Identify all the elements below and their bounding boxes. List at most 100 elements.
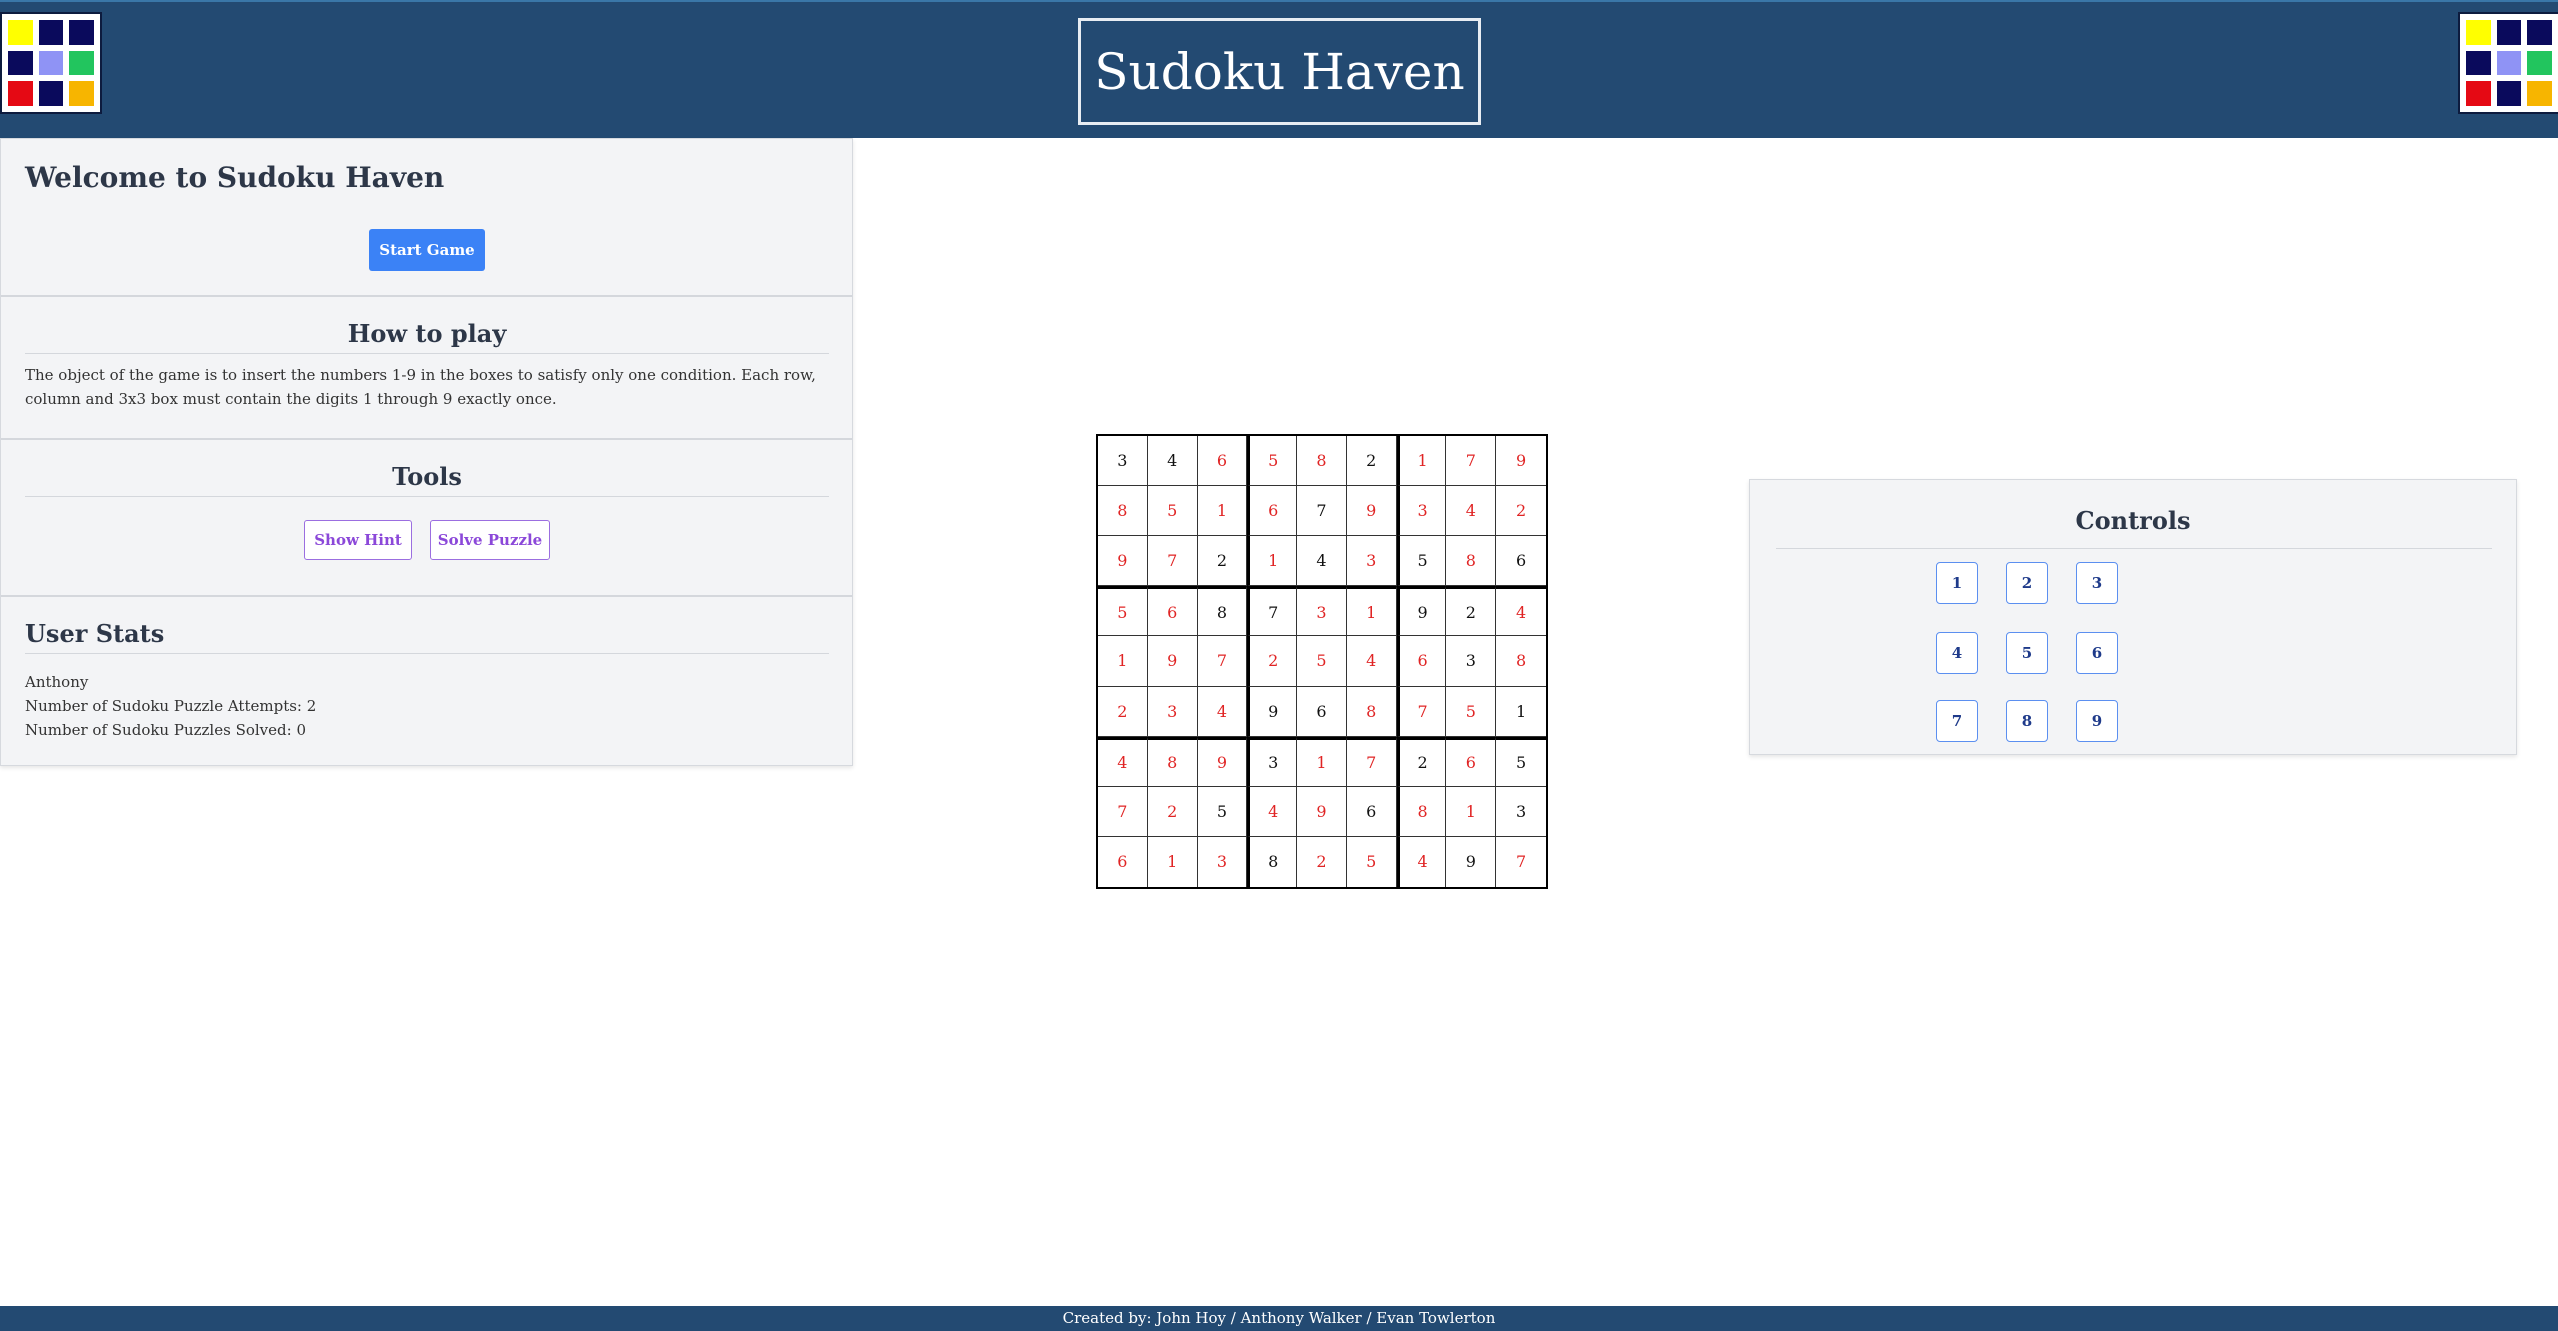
sudoku-cell[interactable]: 2 (1396, 736, 1447, 787)
logo-square (2527, 20, 2552, 45)
user-stats-section: User Stats Anthony Number of Sudoku Puzz… (1, 597, 852, 765)
sudoku-cell[interactable]: 3 (1396, 486, 1447, 537)
controls-title: Controls (2075, 506, 2191, 535)
sudoku-cell[interactable]: 5 (1247, 436, 1298, 487)
sudoku-cell[interactable]: 3 (1147, 686, 1198, 737)
sudoku-cell[interactable]: 4 (1197, 686, 1248, 737)
sudoku-cell[interactable]: 2 (1098, 686, 1148, 737)
sudoku-cell[interactable]: 4 (1496, 586, 1546, 637)
sudoku-cell[interactable]: 3 (1446, 636, 1497, 687)
sudoku-cell[interactable]: 2 (1247, 636, 1298, 687)
sudoku-cell[interactable]: 9 (1396, 586, 1447, 637)
sudoku-cell[interactable]: 5 (1297, 636, 1347, 687)
sudoku-cell[interactable]: 4 (1147, 436, 1198, 487)
sudoku-cell[interactable]: 8 (1396, 786, 1447, 837)
number-button-1[interactable]: 1 (1936, 562, 1978, 604)
number-button-4[interactable]: 4 (1936, 632, 1978, 674)
sudoku-cell[interactable]: 9 (1496, 436, 1546, 487)
sudoku-cell[interactable]: 4 (1446, 486, 1497, 537)
sudoku-cell[interactable]: 4 (1346, 636, 1397, 687)
sudoku-cell[interactable]: 2 (1147, 786, 1198, 837)
sudoku-cell[interactable]: 1 (1496, 687, 1546, 737)
sudoku-cell[interactable]: 3 (1247, 736, 1298, 787)
sudoku-cell[interactable]: 1 (1396, 436, 1447, 487)
sudoku-cell[interactable]: 7 (1297, 486, 1347, 537)
sudoku-cell[interactable]: 7 (1247, 586, 1298, 637)
sudoku-cell[interactable]: 6 (1197, 436, 1248, 487)
controls-panel: Controls 123 456 789 (1749, 479, 2517, 755)
sudoku-cell[interactable]: 6 (1496, 536, 1546, 587)
sudoku-cell[interactable]: 8 (1346, 686, 1397, 737)
logo-square (2527, 81, 2552, 106)
sudoku-cell[interactable]: 7 (1396, 686, 1447, 737)
sudoku-cell[interactable]: 5 (1147, 486, 1198, 537)
sudoku-cell[interactable]: 5 (1347, 836, 1397, 887)
sudoku-cell[interactable]: 9 (1297, 786, 1347, 837)
sudoku-cell[interactable]: 5 (1496, 736, 1546, 787)
sudoku-cell[interactable]: 3 (1198, 836, 1248, 887)
sudoku-cell[interactable]: 8 (1098, 486, 1148, 537)
sudoku-cell[interactable]: 6 (1297, 686, 1347, 737)
sudoku-cell[interactable]: 4 (1297, 536, 1347, 587)
sudoku-cell[interactable]: 9 (1446, 836, 1497, 887)
sudoku-cell[interactable]: 6 (1446, 736, 1497, 787)
sudoku-cell[interactable]: 4 (1396, 836, 1447, 887)
sudoku-cell[interactable]: 6 (1098, 836, 1148, 887)
sudoku-cell[interactable]: 6 (1147, 586, 1198, 637)
sudoku-cell[interactable]: 7 (1098, 786, 1148, 837)
sudoku-cell[interactable]: 8 (1147, 736, 1198, 787)
sudoku-cell[interactable]: 8 (1247, 836, 1298, 887)
sudoku-cell[interactable]: 3 (1297, 586, 1347, 637)
sudoku-cell[interactable]: 1 (1346, 586, 1397, 637)
logo-square (2466, 20, 2491, 45)
sudoku-cell[interactable]: 9 (1098, 536, 1148, 587)
sudoku-cell[interactable]: 2 (1446, 586, 1497, 637)
number-button-6[interactable]: 6 (2076, 632, 2118, 674)
sudoku-cell[interactable]: 1 (1148, 836, 1198, 887)
start-game-button[interactable]: Start Game (369, 229, 485, 271)
sudoku-cell[interactable]: 5 (1396, 536, 1447, 587)
sudoku-cell[interactable]: 9 (1346, 486, 1397, 537)
sudoku-cell[interactable]: 7 (1496, 837, 1546, 887)
sudoku-cell[interactable]: 2 (1297, 836, 1347, 887)
sudoku-cell[interactable]: 8 (1297, 436, 1347, 487)
number-button-8[interactable]: 8 (2006, 700, 2048, 742)
sudoku-cell[interactable]: 5 (1098, 586, 1148, 637)
sudoku-cell[interactable]: 5 (1446, 686, 1497, 737)
sudoku-cell[interactable]: 7 (1197, 636, 1248, 687)
sudoku-cell[interactable]: 3 (1098, 436, 1148, 487)
sudoku-cell[interactable]: 4 (1098, 736, 1148, 787)
sudoku-cell[interactable]: 6 (1346, 786, 1397, 837)
sudoku-cell[interactable]: 1 (1098, 636, 1148, 687)
sudoku-cell[interactable]: 7 (1147, 536, 1198, 587)
how-to-play-section: How to play The object of the game is to… (1, 297, 852, 440)
sudoku-cell[interactable]: 1 (1297, 736, 1347, 787)
sudoku-cell[interactable]: 1 (1247, 536, 1298, 587)
sudoku-cell[interactable]: 9 (1247, 686, 1298, 737)
sudoku-cell[interactable]: 8 (1197, 586, 1248, 637)
show-hint-button[interactable]: Show Hint (304, 520, 412, 560)
sudoku-cell[interactable]: 2 (1496, 486, 1546, 537)
number-button-7[interactable]: 7 (1936, 700, 1978, 742)
sudoku-cell[interactable]: 2 (1197, 536, 1248, 587)
sudoku-cell[interactable]: 3 (1496, 787, 1546, 837)
sudoku-cell[interactable]: 7 (1446, 436, 1497, 487)
number-button-9[interactable]: 9 (2076, 700, 2118, 742)
sudoku-cell[interactable]: 8 (1496, 636, 1546, 687)
sudoku-cell[interactable]: 4 (1247, 786, 1298, 837)
sudoku-cell[interactable]: 6 (1396, 636, 1447, 687)
number-button-2[interactable]: 2 (2006, 562, 2048, 604)
sudoku-cell[interactable]: 3 (1346, 536, 1397, 587)
sudoku-cell[interactable]: 5 (1197, 786, 1248, 837)
sudoku-cell[interactable]: 9 (1197, 736, 1248, 787)
number-button-3[interactable]: 3 (2076, 562, 2118, 604)
sudoku-cell[interactable]: 2 (1346, 436, 1397, 487)
sudoku-cell[interactable]: 9 (1147, 636, 1198, 687)
sudoku-cell[interactable]: 8 (1446, 536, 1497, 587)
sudoku-cell[interactable]: 7 (1346, 736, 1397, 787)
number-button-5[interactable]: 5 (2006, 632, 2048, 674)
sudoku-cell[interactable]: 1 (1197, 486, 1248, 537)
sudoku-cell[interactable]: 6 (1247, 486, 1298, 537)
sudoku-cell[interactable]: 1 (1446, 786, 1497, 837)
solve-puzzle-button[interactable]: Solve Puzzle (430, 520, 550, 560)
